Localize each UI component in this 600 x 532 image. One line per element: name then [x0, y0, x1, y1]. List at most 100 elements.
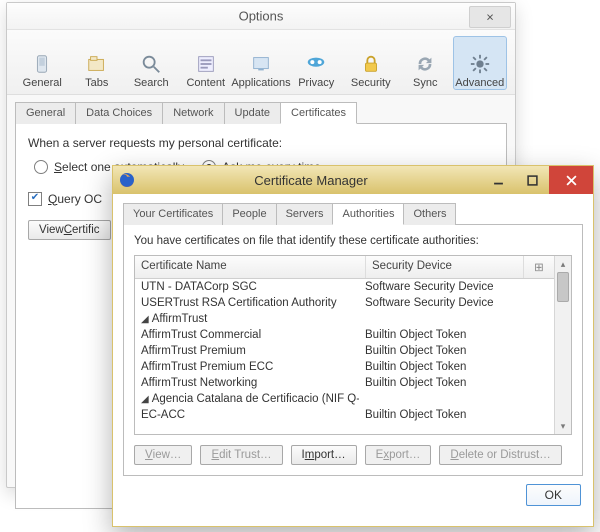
delete-distrust-button[interactable]: Delete or Distrust… — [439, 445, 561, 465]
table-row[interactable]: USERTrust RSA Certification AuthoritySof… — [135, 295, 554, 311]
import-button[interactable]: Import… — [291, 445, 357, 465]
options-close-button[interactable]: × — [469, 6, 511, 28]
authorities-grid: Certificate Name Security Device ⊞ UTN -… — [134, 255, 572, 435]
content-icon — [193, 53, 219, 75]
scroll-up-icon[interactable]: ▴ — [555, 256, 571, 272]
toolbar-applications[interactable]: Applications — [233, 36, 289, 90]
cell-security-device: Software Security Device — [359, 281, 554, 293]
edit-trust-button[interactable]: Edit Trust… — [200, 445, 282, 465]
tree-group[interactable]: ◢AffirmTrust — [135, 311, 554, 327]
authorities-description: You have certificates on file that ident… — [134, 235, 572, 247]
toolbar-label: Applications — [231, 77, 290, 89]
table-row[interactable]: AffirmTrust NetworkingBuiltin Object Tok… — [135, 375, 554, 391]
cell-security-device: Builtin Object Token — [359, 361, 554, 373]
cell-cert-name: AffirmTrust Premium — [135, 345, 359, 357]
cell-security-device: Builtin Object Token — [359, 345, 554, 357]
certmgr-title: Certificate Manager — [141, 173, 481, 188]
maximize-button[interactable] — [515, 166, 549, 194]
toolbar-label: Privacy — [298, 77, 334, 89]
toolbar-label: Security — [351, 77, 391, 89]
options-title: Options — [239, 9, 284, 24]
advanced-icon — [467, 53, 493, 75]
ok-button[interactable]: OK — [526, 484, 581, 506]
options-titlebar: Options × — [7, 3, 515, 30]
certtab-authorities[interactable]: Authorities — [332, 203, 404, 225]
security-icon — [358, 53, 384, 75]
toolbar-general[interactable]: General — [15, 36, 70, 90]
toolbar-tabs[interactable]: Tabs — [70, 36, 125, 90]
export-button[interactable]: Export… — [365, 445, 432, 465]
toolbar-label: Tabs — [85, 77, 108, 89]
close-icon: × — [486, 10, 494, 25]
cell-cert-name: ◢Agencia Catalana de Certificacio (NIF Q… — [135, 393, 359, 405]
cell-security-device: Builtin Object Token — [359, 377, 554, 389]
cell-cert-name: ◢AffirmTrust — [135, 313, 359, 325]
certmgr-titlebar[interactable]: Certificate Manager — [113, 166, 593, 194]
expand-icon: ◢ — [141, 314, 149, 325]
cell-cert-name: AffirmTrust Premium ECC — [135, 361, 359, 373]
cell-security-device — [359, 393, 554, 405]
toolbar-label: Search — [134, 77, 169, 89]
view-button[interactable]: View… — [134, 445, 192, 465]
toolbar-privacy[interactable]: Privacy — [289, 36, 344, 90]
toolbar-security[interactable]: Security — [344, 36, 399, 90]
table-row[interactable]: EC-ACCBuiltin Object Token — [135, 407, 554, 423]
subtab-datachoices[interactable]: Data Choices — [75, 102, 163, 124]
cell-cert-name: AffirmTrust Commercial — [135, 329, 359, 341]
checkbox-icon — [28, 192, 42, 206]
scroll-down-icon[interactable]: ▾ — [555, 418, 571, 434]
cell-cert-name: UTN - DATACorp SGC — [135, 281, 359, 293]
toolbar-label: Advanced — [455, 77, 504, 89]
certmgr-tabs: Your CertificatesPeopleServersAuthoritie… — [113, 194, 593, 224]
authorities-button-row: View… Edit Trust… Import… Export… Delete… — [134, 445, 572, 465]
certtab-others[interactable]: Others — [403, 203, 456, 225]
cell-cert-name: USERTrust RSA Certification Authority — [135, 297, 359, 309]
toolbar-label: Sync — [413, 77, 437, 89]
toolbar-label: General — [23, 77, 62, 89]
radio-icon — [34, 160, 48, 174]
cell-security-device — [359, 313, 554, 325]
view-certificates-button[interactable]: View Certific — [28, 220, 111, 240]
query-ocsp-checkbox[interactable]: Query OC — [28, 192, 102, 206]
certtab-servers[interactable]: Servers — [276, 203, 334, 225]
general-icon — [29, 53, 55, 75]
toolbar-search[interactable]: Search — [124, 36, 179, 90]
table-row[interactable]: AffirmTrust Premium ECCBuiltin Object To… — [135, 359, 554, 375]
close-button[interactable] — [549, 166, 593, 194]
toolbar-advanced[interactable]: Advanced — [453, 36, 508, 90]
certtab-your[interactable]: Your Certificates — [123, 203, 223, 225]
scroll-thumb[interactable] — [557, 272, 569, 302]
toolbar-content[interactable]: Content — [179, 36, 234, 90]
options-subtabs: GeneralData ChoicesNetworkUpdateCertific… — [15, 101, 507, 123]
subtab-network[interactable]: Network — [162, 102, 224, 124]
table-row[interactable]: UTN - DATACorp SGCSoftware Security Devi… — [135, 279, 554, 295]
cell-security-device: Builtin Object Token — [359, 329, 554, 341]
table-row[interactable]: AffirmTrust PremiumBuiltin Object Token — [135, 343, 554, 359]
cell-security-device: Software Security Device — [359, 297, 554, 309]
expand-icon: ◢ — [141, 394, 149, 405]
certtab-people[interactable]: People — [222, 203, 276, 225]
subtab-certificates[interactable]: Certificates — [280, 102, 357, 124]
column-picker-icon[interactable]: ⊞ — [523, 256, 554, 278]
cell-cert-name: EC-ACC — [135, 409, 359, 421]
cell-security-device: Builtin Object Token — [359, 409, 554, 421]
options-toolbar: General Tabs Search Content Applications Priv… — [7, 30, 515, 95]
column-cert-name[interactable]: Certificate Name — [135, 256, 366, 278]
privacy-icon — [303, 53, 329, 75]
toolbar-sync[interactable]: Sync — [398, 36, 453, 90]
firefox-icon — [119, 172, 135, 188]
minimize-button[interactable] — [481, 166, 515, 194]
personal-cert-prompt: When a server requests my personal certi… — [28, 136, 494, 150]
toolbar-label: Content — [186, 77, 225, 89]
tabs-icon — [84, 53, 110, 75]
tree-group[interactable]: ◢Agencia Catalana de Certificacio (NIF Q… — [135, 391, 554, 407]
subtab-update[interactable]: Update — [224, 102, 281, 124]
subtab-general[interactable]: General — [15, 102, 76, 124]
certificate-manager-window: Certificate Manager Your CertificatesPeo… — [112, 165, 594, 527]
authorities-panel: You have certificates on file that ident… — [123, 224, 583, 476]
table-row[interactable]: AffirmTrust CommercialBuiltin Object Tok… — [135, 327, 554, 343]
applications-icon — [248, 53, 274, 75]
vertical-scrollbar[interactable]: ▴ ▾ — [554, 256, 571, 434]
search-icon — [138, 53, 164, 75]
column-security-device[interactable]: Security Device — [366, 256, 523, 278]
